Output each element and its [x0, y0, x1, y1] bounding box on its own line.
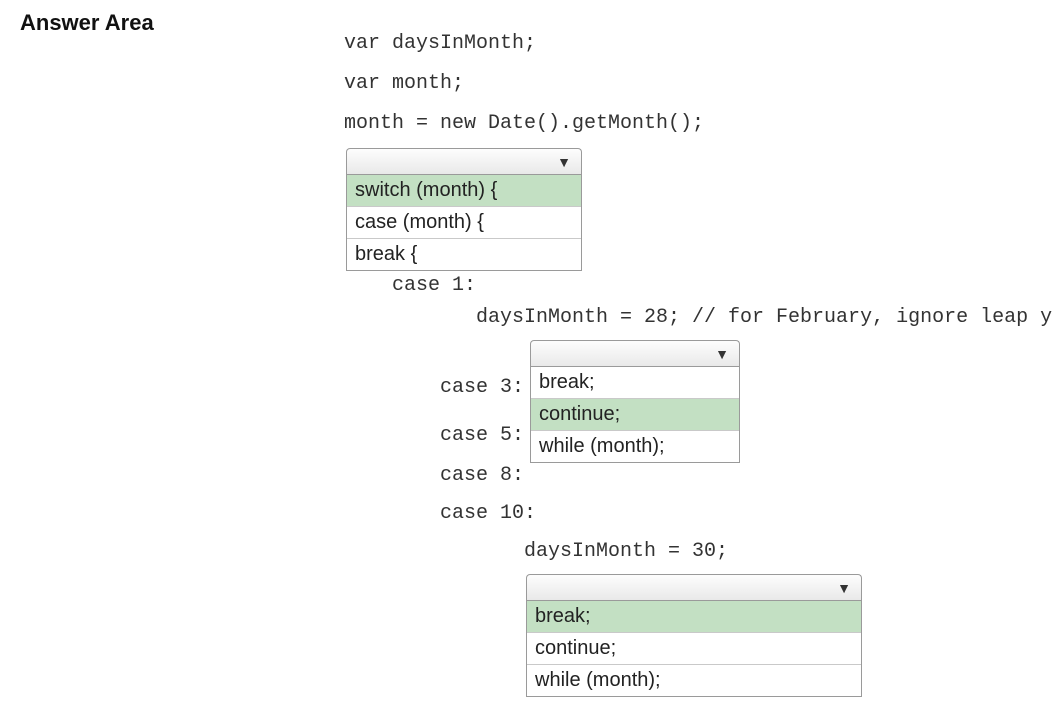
dropdown-switch-head[interactable]: ▼ — [346, 148, 582, 174]
dropdown-fallthrough[interactable]: ▼ break; continue; while (month); — [530, 340, 740, 463]
dropdown-option[interactable]: continue; — [531, 399, 739, 431]
code-case-1-assign: daysInMonth = 28; // for February, ignor… — [476, 304, 1053, 332]
dropdown-break[interactable]: ▼ break; continue; while (month); — [526, 574, 862, 697]
dropdown-option[interactable]: while (month); — [527, 665, 861, 696]
dropdown-option[interactable]: while (month); — [531, 431, 739, 462]
dropdown-option[interactable]: continue; — [527, 633, 861, 665]
dropdown-break-list: break; continue; while (month); — [526, 600, 862, 697]
code-case-5: case 5: — [440, 422, 524, 450]
code-case-10: case 10: — [440, 500, 536, 528]
chevron-down-icon: ▼ — [715, 346, 729, 362]
dropdown-option[interactable]: break; — [527, 601, 861, 633]
dropdown-option[interactable]: case (month) { — [347, 207, 581, 239]
dropdown-fallthrough-list: break; continue; while (month); — [530, 366, 740, 463]
dropdown-switch[interactable]: ▼ switch (month) { case (month) { break … — [346, 148, 582, 271]
code-case-3: case 3: — [440, 374, 524, 402]
dropdown-option[interactable]: break; — [531, 367, 739, 399]
dropdown-option[interactable]: switch (month) { — [347, 175, 581, 207]
code-line-1: var daysInMonth; — [344, 30, 536, 58]
chevron-down-icon: ▼ — [557, 154, 571, 170]
dropdown-fallthrough-head[interactable]: ▼ — [530, 340, 740, 366]
dropdown-option[interactable]: break { — [347, 239, 581, 270]
code-case-1: case 1: — [392, 272, 476, 300]
code-case-8: case 8: — [440, 462, 524, 490]
dropdown-break-head[interactable]: ▼ — [526, 574, 862, 600]
dropdown-switch-list: switch (month) { case (month) { break { — [346, 174, 582, 271]
code-line-3: month = new Date().getMonth(); — [344, 110, 704, 138]
chevron-down-icon: ▼ — [837, 580, 851, 596]
code-line-2: var month; — [344, 70, 464, 98]
page-title: Answer Area — [20, 10, 154, 36]
code-days-30: daysInMonth = 30; — [524, 538, 728, 566]
